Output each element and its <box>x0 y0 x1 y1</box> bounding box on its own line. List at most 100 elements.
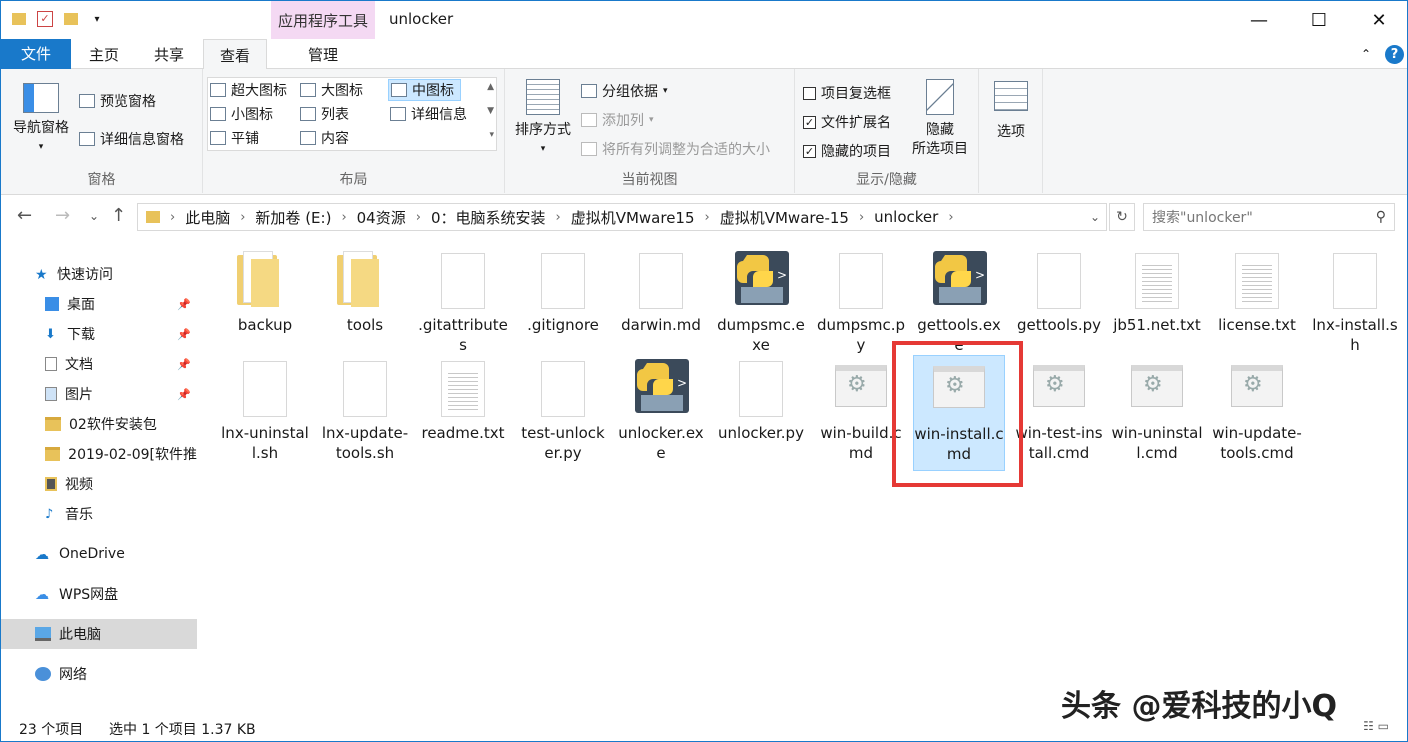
file-item[interactable]: ⚙ win-uninstall.cmd <box>1111 357 1203 463</box>
layout-tiles-label: 平铺 <box>231 131 259 147</box>
group-label-layout: 布局 <box>339 172 368 188</box>
add-columns-label: 添加列 <box>602 113 644 129</box>
address-dropdown-icon[interactable]: ⌄ <box>1090 210 1100 224</box>
nav-quick-access[interactable]: ★ 快速访问 <box>1 259 197 289</box>
nav-this-pc[interactable]: 此电脑 <box>1 619 197 649</box>
file-item[interactable]: lnx-install.sh <box>1309 249 1401 355</box>
search-input[interactable]: 搜索"unlocker" ⚲ <box>1143 203 1395 231</box>
context-tab-app-tools[interactable]: 应用程序工具 <box>271 1 375 39</box>
properties-icon[interactable]: ✓ <box>35 9 55 29</box>
hidden-items-toggle[interactable]: ✓ 隐藏的项目 <box>803 141 891 161</box>
help-icon[interactable]: ? <box>1385 45 1404 64</box>
folder-icon <box>233 249 297 313</box>
nav-folder-software[interactable]: 02软件安装包 <box>1 409 197 439</box>
layout-large-icons[interactable]: 大图标 <box>300 80 363 100</box>
layout-xl-icons[interactable]: 超大图标 <box>210 80 287 100</box>
preview-pane-button[interactable]: 预览窗格 <box>79 91 156 111</box>
file-item[interactable]: backup <box>219 249 311 335</box>
item-checkboxes-toggle[interactable]: 项目复选框 <box>803 83 891 103</box>
nav-folder-dated[interactable]: 2019-02-09[软件推 <box>1 439 197 469</box>
sort-by-button[interactable]: 排序方式 ▾ <box>511 79 575 159</box>
breadcrumb-drive-e[interactable]: 新加卷 (E:) <box>255 207 331 228</box>
breadcrumb-vmware15[interactable]: 虚拟机VMware15 <box>571 207 695 228</box>
nav-music[interactable]: ♪ 音乐 <box>1 499 197 529</box>
file-ext-toggle[interactable]: ✓ 文件扩展名 <box>803 112 891 132</box>
hidden-items-checkbox[interactable]: ✓ <box>803 144 816 158</box>
group-by-button[interactable]: 分组依据 ▾ <box>581 81 668 101</box>
customize-qat-icon[interactable]: ▾ <box>87 9 107 29</box>
file-item[interactable]: license.txt <box>1211 249 1303 335</box>
breadcrumb-system-install[interactable]: 0：电脑系统安装 <box>431 207 546 228</box>
layout-medium-icons[interactable]: 中图标 <box>388 79 461 101</box>
file-item[interactable]: test-unlocker.py <box>517 357 609 463</box>
file-item[interactable]: unlocker.py <box>715 357 807 443</box>
file-item[interactable]: readme.txt <box>417 357 509 443</box>
search-placeholder: 搜索"unlocker" <box>1152 210 1253 226</box>
size-all-columns-button[interactable]: 将所有列调整为合适的大小 <box>581 139 770 159</box>
file-item[interactable]: lnx-update-tools.sh <box>319 357 411 463</box>
back-arrow-icon[interactable]: ← <box>17 205 32 226</box>
file-item[interactable]: lnx-uninstall.sh <box>219 357 311 463</box>
collapse-ribbon-icon[interactable]: ⌃ <box>1351 39 1381 69</box>
breadcrumb-vmware-15[interactable]: 虚拟机VMware-15 <box>720 207 849 228</box>
tab-home[interactable]: 主页 <box>73 39 135 69</box>
new-folder-icon[interactable] <box>61 9 81 29</box>
nav-pictures[interactable]: 图片 📌 <box>1 379 197 409</box>
gallery-scroll-up-icon[interactable]: ▲ <box>487 82 494 92</box>
tab-share[interactable]: 共享 <box>137 39 201 69</box>
file-item[interactable]: ⚙ win-test-install.cmd <box>1013 357 1105 463</box>
nav-onedrive[interactable]: ☁ OneDrive <box>1 539 197 569</box>
address-bar[interactable]: › 此电脑 › 新加卷 (E:) › 04资源 › 0：电脑系统安装 › 虚拟机… <box>137 203 1107 231</box>
tab-view[interactable]: 查看 <box>203 39 267 70</box>
nav-this-pc-label: 此电脑 <box>59 627 101 643</box>
layout-tiles[interactable]: 平铺 <box>210 128 259 148</box>
layout-small-icons[interactable]: 小图标 <box>210 104 273 124</box>
breadcrumb-unlocker[interactable]: unlocker <box>874 208 938 226</box>
layout-xl-icons-label: 超大图标 <box>231 83 287 99</box>
tab-manage[interactable]: 管理 <box>271 39 375 69</box>
options-button[interactable]: 选项 <box>983 81 1039 142</box>
breadcrumb-this-pc[interactable]: 此电脑 <box>185 207 230 228</box>
file-ext-checkbox[interactable]: ✓ <box>803 115 816 129</box>
file-name: lnx-install.sh <box>1312 316 1398 354</box>
item-checkboxes-checkbox[interactable] <box>803 86 816 100</box>
nav-wps[interactable]: ☁ WPS网盘 <box>1 579 197 609</box>
gallery-more-icon[interactable]: ▾ <box>489 130 494 140</box>
layout-list[interactable]: 列表 <box>300 104 349 124</box>
details-pane-button[interactable]: 详细信息窗格 <box>79 129 184 149</box>
preview-pane-icon <box>79 94 95 108</box>
refresh-icon[interactable]: ↻ <box>1109 203 1135 231</box>
nav-desktop[interactable]: 桌面 📌 <box>1 289 197 319</box>
layout-content[interactable]: 内容 <box>300 128 349 148</box>
layout-details[interactable]: 详细信息 <box>390 104 467 124</box>
hide-selected-button[interactable]: 隐藏 所选项目 <box>905 79 975 159</box>
nav-network[interactable]: 网络 <box>1 659 197 689</box>
file-item[interactable]: .gitattributes <box>417 249 509 355</box>
gallery-scroll-down-icon[interactable]: ▼ <box>487 106 494 116</box>
file-item[interactable]: ⚙ win-update-tools.cmd <box>1211 357 1303 463</box>
file-item[interactable]: tools <box>319 249 411 335</box>
file-item[interactable]: jb51.net.txt <box>1111 249 1203 335</box>
nav-downloads[interactable]: ⬇ 下载 📌 <box>1 319 197 349</box>
forward-arrow-icon[interactable]: → <box>55 205 70 226</box>
minimize-button[interactable]: — <box>1229 1 1289 39</box>
recent-locations-icon[interactable]: ⌄ <box>89 209 99 223</box>
file-item[interactable]: > gettools.exe <box>913 249 1005 355</box>
nav-videos[interactable]: 视频 <box>1 469 197 499</box>
file-item[interactable]: .gitignore <box>517 249 609 335</box>
file-item[interactable]: gettools.py <box>1013 249 1105 335</box>
close-button[interactable]: ✕ <box>1349 1 1407 39</box>
add-columns-button[interactable]: 添加列 ▾ <box>581 110 654 130</box>
maximize-button[interactable]: ☐ <box>1289 1 1349 39</box>
nav-documents[interactable]: 文档 📌 <box>1 349 197 379</box>
file-item[interactable]: > dumpsmc.exe <box>715 249 807 355</box>
tab-file[interactable]: 文件 <box>1 39 71 69</box>
view-toggle-icons[interactable]: ☷ ▭ <box>1363 719 1389 733</box>
nav-pane-button[interactable]: 导航窗格 ▾ <box>7 83 75 157</box>
file-item[interactable]: > unlocker.exe <box>615 357 707 463</box>
up-arrow-icon[interactable]: ↑ <box>111 205 126 226</box>
file-item[interactable]: dumpsmc.py <box>815 249 907 355</box>
xl-icons-icon <box>210 83 226 97</box>
file-item[interactable]: darwin.md <box>615 249 707 335</box>
breadcrumb-resources[interactable]: 04资源 <box>357 207 406 228</box>
